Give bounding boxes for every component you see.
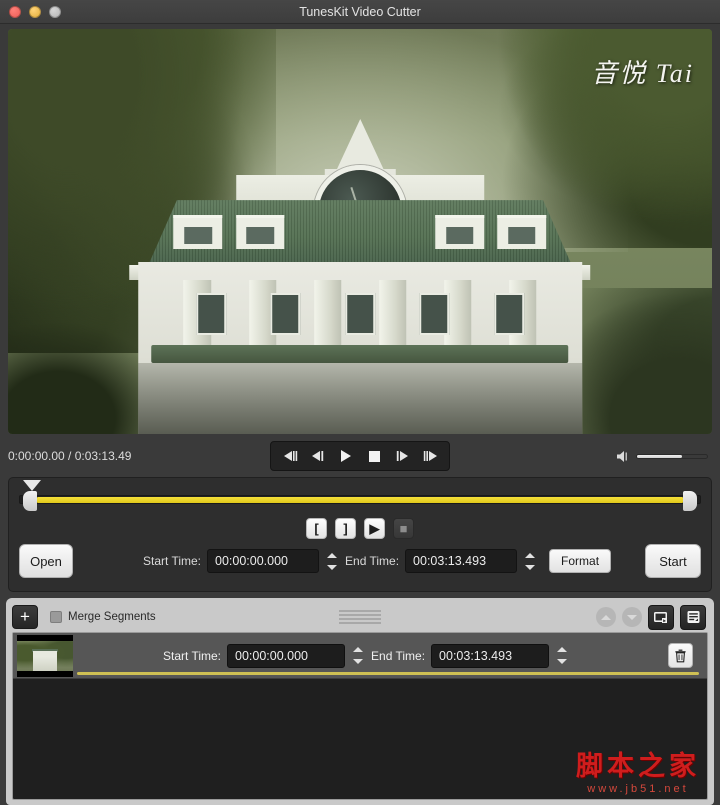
trim-selection-range[interactable] <box>37 497 683 503</box>
panel-resize-grip[interactable] <box>339 610 381 624</box>
facade-window <box>270 292 301 336</box>
segment-end-time-label: End Time: <box>371 648 426 663</box>
building-base-shadow <box>138 363 582 434</box>
move-segment-up-button[interactable] <box>596 607 616 627</box>
trim-handle-end[interactable] <box>683 491 697 511</box>
segments-panel: + Merge Segments Start Time: 00:00:00.00… <box>6 598 714 805</box>
fast-forward-button[interactable] <box>389 445 415 467</box>
action-row: Open Start Time: 00:00:00.000 End Time: … <box>19 541 701 581</box>
segments-toolbar-right <box>596 604 706 630</box>
prev-frame-icon <box>283 451 297 461</box>
trim-panel: [ ] ▶ ■ Open Start Time: 00:00:00.000 En… <box>8 477 712 592</box>
dormer-window <box>173 215 223 250</box>
merge-segments-checkbox[interactable]: Merge Segments <box>50 611 156 623</box>
facade-window <box>345 292 375 336</box>
playhead-marker[interactable] <box>23 480 41 491</box>
dormer-window <box>235 215 285 250</box>
segment-start-time-label: Start Time: <box>163 648 222 663</box>
volume-control[interactable] <box>616 450 708 463</box>
play-icon <box>341 450 351 462</box>
marker-buttons: [ ] ▶ ■ <box>19 518 701 539</box>
stop-preview-button[interactable]: ■ <box>393 518 414 539</box>
end-time-input[interactable]: 00:03:13.493 <box>405 549 518 573</box>
segments-list: Start Time: 00:00:00.000 End Time: 00:03… <box>12 632 708 800</box>
dormer-window <box>497 215 547 250</box>
stop-icon <box>368 450 380 462</box>
list-icon <box>687 611 699 623</box>
video-watermark: 音悦 Tai <box>591 59 694 88</box>
table-row[interactable]: Start Time: 00:00:00.000 End Time: 00:03… <box>13 633 707 679</box>
rewind-button[interactable] <box>305 445 331 467</box>
trim-track[interactable] <box>19 480 701 512</box>
play-button[interactable] <box>333 445 359 467</box>
entrance-awning <box>151 344 569 364</box>
minimize-window-button[interactable] <box>29 5 41 18</box>
thumbnail-building <box>32 651 58 671</box>
facade-window <box>419 292 450 336</box>
end-time-label: End Time: <box>345 554 400 568</box>
start-time-label: Start Time: <box>143 554 202 568</box>
close-window-button[interactable] <box>9 5 21 18</box>
facade-window <box>196 292 226 336</box>
preview-segment-button[interactable]: ▶ <box>364 518 385 539</box>
conversion-history-button[interactable] <box>680 604 706 630</box>
window-title: TunesKit Video Cutter <box>299 4 421 19</box>
video-frame: 音悦 Tai <box>8 29 712 434</box>
open-output-folder-button[interactable] <box>648 604 674 630</box>
next-frame-icon <box>423 451 437 461</box>
open-file-button[interactable]: Open <box>19 544 73 578</box>
folder-icon <box>654 612 667 623</box>
stop-button[interactable] <box>361 445 387 467</box>
start-time-input[interactable]: 00:00:00.000 <box>207 549 320 573</box>
set-end-marker-button[interactable]: ] <box>335 518 356 539</box>
segment-end-time-input[interactable]: 00:03:13.493 <box>431 643 550 668</box>
segment-progress-bar <box>77 672 699 675</box>
traffic-lights <box>9 5 61 18</box>
end-time-stepper[interactable] <box>523 549 537 573</box>
step-back-frame-button[interactable] <box>277 445 303 467</box>
merge-segments-label: Merge Segments <box>68 611 156 623</box>
segment-thumbnail <box>17 634 73 677</box>
move-segment-down-button[interactable] <box>622 607 642 627</box>
zoom-window-button[interactable] <box>49 5 61 18</box>
playback-controls <box>270 441 450 471</box>
start-time-stepper[interactable] <box>325 549 339 573</box>
step-forward-frame-button[interactable] <box>417 445 443 467</box>
forward-icon <box>396 451 408 461</box>
volume-fill <box>637 454 682 458</box>
video-preview[interactable]: 音悦 Tai <box>8 29 712 434</box>
time-range-fields: Start Time: 00:00:00.000 End Time: 00:03… <box>143 549 612 573</box>
start-conversion-button[interactable]: Start <box>645 544 701 578</box>
volume-icon <box>617 450 627 462</box>
timecode-display: 0:00:00.00 / 0:03:13.49 <box>8 449 132 463</box>
format-button[interactable]: Format <box>549 549 612 573</box>
trim-handle-start[interactable] <box>23 491 37 511</box>
segment-start-time-input[interactable]: 00:00:00.000 <box>227 643 346 668</box>
segments-toolbar: + Merge Segments <box>12 602 708 632</box>
delete-segment-button[interactable] <box>668 643 693 668</box>
segment-time-fields: Start Time: 00:00:00.000 End Time: 00:03… <box>163 643 569 668</box>
facade-window <box>494 292 524 336</box>
transport-bar: 0:00:00.00 / 0:03:13.49 <box>8 438 712 474</box>
segment-start-time-stepper[interactable] <box>351 644 365 668</box>
trash-icon <box>675 649 686 662</box>
volume-slider[interactable] <box>636 453 708 459</box>
checkbox-box <box>50 611 62 623</box>
add-segment-button[interactable]: + <box>12 605 38 629</box>
clock-tower-building <box>129 119 591 434</box>
dormer-window <box>435 215 485 250</box>
rewind-icon <box>312 451 324 461</box>
set-start-marker-button[interactable]: [ <box>306 518 327 539</box>
segment-end-time-stepper[interactable] <box>555 644 569 668</box>
window-row <box>174 289 547 338</box>
thumbnail-scene <box>17 640 73 671</box>
window-titlebar: TunesKit Video Cutter <box>0 0 720 24</box>
